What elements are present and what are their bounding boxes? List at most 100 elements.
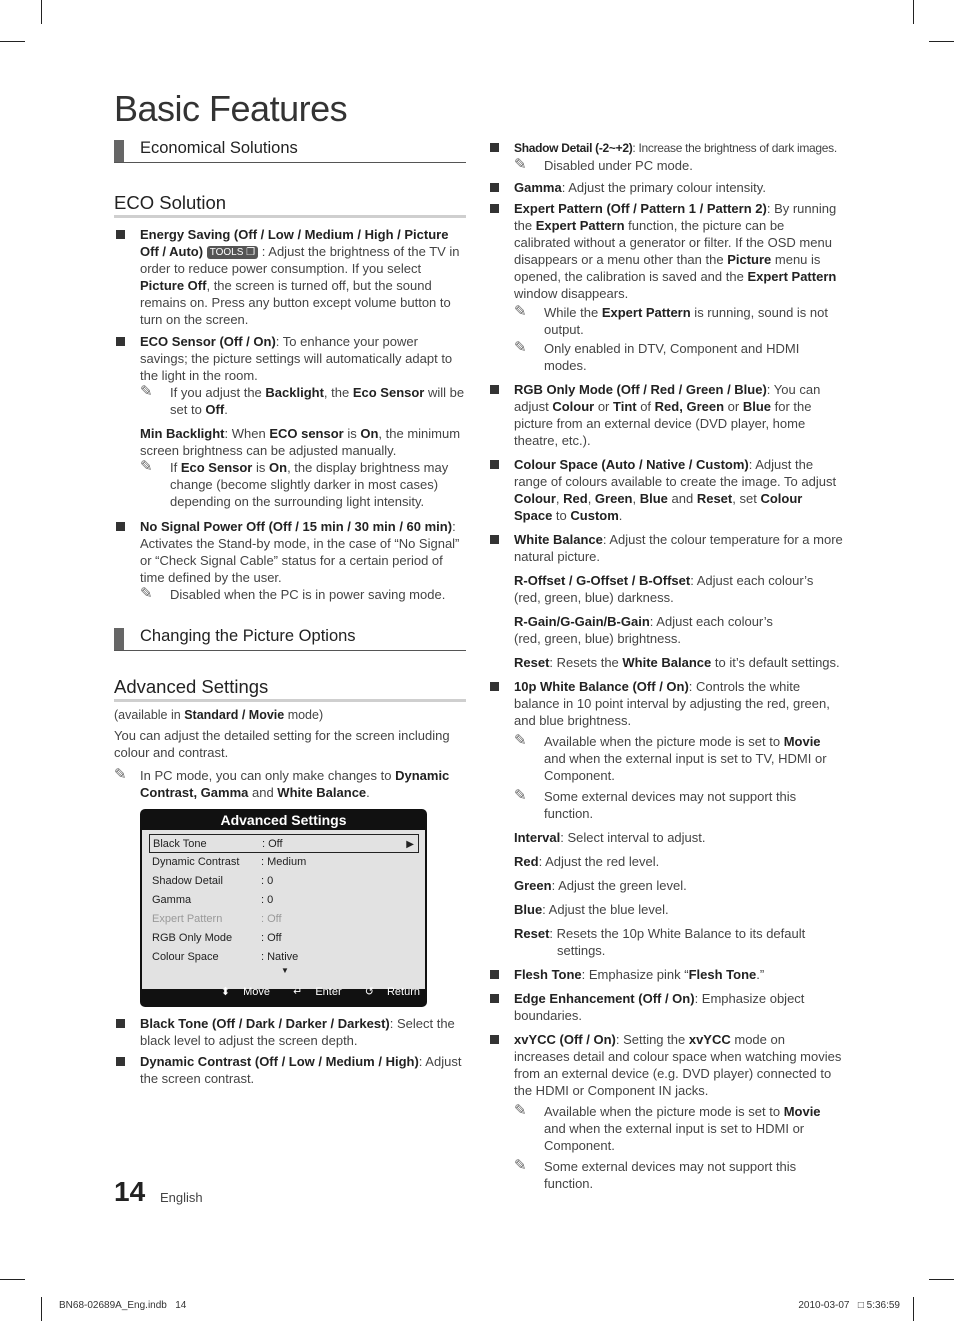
wb10-interval: Interval: Select interval to adjust. xyxy=(514,830,706,845)
note-wb10-movie: ✎ Available when the picture mode is set… xyxy=(514,732,827,783)
osd-row-expert-pattern: Expert Pattern: Off xyxy=(152,913,282,925)
intro-text: You can adjust the detailed setting for … xyxy=(114,728,450,760)
crop-mark xyxy=(929,41,954,42)
item-black-tone: Black Tone (Off / Dark / Darker / Darkes… xyxy=(114,1015,466,1049)
print-file-info: BN68-02689A_Eng.indb 14 xyxy=(59,1300,187,1311)
item-expert-pattern: Expert Pattern (Off / Pattern 1 / Patter… xyxy=(488,200,843,374)
square-bullet-icon xyxy=(490,143,499,152)
pencil-note-icon: ✎ xyxy=(114,766,127,783)
osd-row-gamma[interactable]: Gamma: 0 xyxy=(152,891,417,910)
square-bullet-icon xyxy=(490,1035,499,1044)
return-icon: ↺ xyxy=(364,986,374,998)
item-10p-white-balance: 10p White Balance (Off / On): Controls t… xyxy=(488,678,843,959)
square-bullet-icon xyxy=(490,970,499,979)
item-colour-space: Colour Space (Auto / Native / Custom): A… xyxy=(488,456,843,524)
wb-gain: R-Gain/G-Gain/B-Gain: Adjust each colour… xyxy=(514,614,773,646)
note-expert-modes: ✎ Only enabled in DTV, Component and HDM… xyxy=(514,339,800,373)
wb10-green: Green: Adjust the green level. xyxy=(514,878,687,893)
item-no-signal: No Signal Power Off (Off / 15 min / 30 m… xyxy=(114,518,466,603)
enter-hint: ↵ Enter xyxy=(293,986,342,998)
crop-mark xyxy=(913,1297,914,1321)
item-xvycc: xvYCC (Off / On): Setting the xvYCC mode… xyxy=(488,1031,843,1192)
square-bullet-icon xyxy=(490,204,499,213)
square-bullet-icon xyxy=(116,1019,125,1028)
pencil-note-icon: ✎ xyxy=(140,585,153,602)
note-xvycc-devices: ✎ Some external devices may not support … xyxy=(514,1157,797,1191)
item-eco-sensor: ECO Sensor (Off / On): To enhance your p… xyxy=(114,333,466,418)
note-shadow-detail: ✎ Disabled under PC mode. xyxy=(514,156,693,173)
note-pc-mode: ✎ In PC mode, you can only make changes … xyxy=(114,766,450,800)
left-content-1: Energy Saving (Off / Low / Medium / High… xyxy=(114,226,466,603)
crop-mark xyxy=(0,1279,25,1280)
pencil-note-icon: ✎ xyxy=(514,303,527,320)
crop-mark xyxy=(0,41,25,42)
left-content-2: (available in Standard / Movie mode) You… xyxy=(114,707,466,801)
square-bullet-icon xyxy=(490,460,499,469)
item-flesh-tone: Flesh Tone: Emphasize pink “Flesh Tone.” xyxy=(488,966,843,983)
left-content-3: Black Tone (Off / Dark / Darker / Darkes… xyxy=(114,1015,466,1087)
osd-title: Advanced Settings xyxy=(220,812,347,828)
osd-row-colour-space[interactable]: Colour Space: Native xyxy=(152,948,417,967)
section-marker xyxy=(114,628,124,650)
note-min-backlight: ✎ If Eco Sensor is On, the display brigh… xyxy=(140,458,449,509)
osd-row-shadow-detail[interactable]: Shadow Detail: 0 xyxy=(152,872,417,891)
square-bullet-icon xyxy=(116,522,125,531)
item-dynamic-contrast: Dynamic Contrast (Off / Low / Medium / H… xyxy=(114,1053,466,1087)
square-bullet-icon xyxy=(116,230,125,239)
item-shadow-detail: Shadow Detail (-2~+2): Increase the brig… xyxy=(488,139,843,174)
pencil-note-icon: ✎ xyxy=(140,458,153,475)
osd-footer: ⬍ Move ↵ Enter ↺ Return xyxy=(201,984,420,1000)
right-content: Shadow Detail (-2~+2): Increase the brig… xyxy=(488,139,843,1192)
pencil-note-icon: ✎ xyxy=(514,1157,527,1174)
item-white-balance: White Balance: Adjust the colour tempera… xyxy=(488,531,843,671)
square-bullet-icon xyxy=(490,994,499,1003)
availability-text: (available in Standard / Movie mode) xyxy=(114,708,324,722)
osd-advanced-settings-menu: Advanced Settings Black Tone: Off ▶ Dyna… xyxy=(140,809,427,1007)
move-hint: ⬍ Move xyxy=(220,986,270,998)
pencil-note-icon: ✎ xyxy=(514,339,527,356)
wb10-blue: Blue: Adjust the blue level. xyxy=(514,902,669,917)
section-header-picture-options: Changing the Picture Options xyxy=(114,627,466,651)
square-bullet-icon xyxy=(490,385,499,394)
pencil-note-icon: ✎ xyxy=(140,383,153,400)
section-header-economical: Economical Solutions xyxy=(114,139,466,163)
tools-badge: TOOLS ❐ xyxy=(206,246,259,259)
scroll-down-icon[interactable]: ▼ xyxy=(281,966,289,975)
crop-mark xyxy=(929,1279,954,1280)
up-down-icon: ⬍ xyxy=(220,986,231,998)
pencil-note-icon: ✎ xyxy=(514,156,527,173)
item-edge-enhancement: Edge Enhancement (Off / On): Emphasize o… xyxy=(488,990,843,1024)
item-energy-saving: Energy Saving (Off / Low / Medium / High… xyxy=(114,226,466,328)
note-xvycc-movie: ✎ Available when the picture mode is set… xyxy=(514,1102,821,1153)
wb-offset: R-Offset / G-Offset / B-Offset: Adjust e… xyxy=(514,573,814,605)
wb10-reset: Reset: Resets the 10p White Balance to i… xyxy=(514,926,806,958)
enter-icon: ↵ xyxy=(293,986,303,998)
page-language: English xyxy=(160,1190,203,1205)
crop-mark xyxy=(41,1297,42,1321)
pencil-note-icon: ✎ xyxy=(514,787,527,804)
osd-row-black-tone[interactable]: Black Tone: Off ▶ xyxy=(149,834,419,853)
section-marker xyxy=(114,140,124,162)
heading-eco-solution: ECO Solution xyxy=(114,192,466,218)
page-number: 14 xyxy=(114,1176,146,1207)
square-bullet-icon xyxy=(490,682,499,691)
return-hint: ↺ Return xyxy=(364,986,420,998)
item-rgb-only-mode: RGB Only Mode (Off / Red / Green / Blue)… xyxy=(488,381,843,449)
print-timestamp: 2010-03-07 □ 5:36:59 xyxy=(798,1300,900,1311)
pencil-note-icon: ✎ xyxy=(514,1102,527,1119)
wb-reset: Reset: Resets the White Balance to it’s … xyxy=(514,655,840,670)
crop-mark xyxy=(41,0,42,24)
item-gamma: Gamma: Adjust the primary colour intensi… xyxy=(488,179,843,196)
pencil-note-icon: ✎ xyxy=(514,732,527,749)
note-no-signal: ✎ Disabled when the PC is in power savin… xyxy=(140,585,446,602)
note-wb10-devices: ✎ Some external devices may not support … xyxy=(514,787,797,821)
square-bullet-icon xyxy=(490,183,499,192)
note-eco-sensor: ✎ If you adjust the Backlight, the Eco S… xyxy=(140,383,465,417)
note-expert-sound: ✎ While the Expert Pattern is running, s… xyxy=(514,303,828,337)
osd-body: Black Tone: Off ▶ Dynamic Contrast: Medi… xyxy=(142,830,425,989)
wb10-red: Red: Adjust the red level. xyxy=(514,854,660,869)
osd-row-dynamic-contrast[interactable]: Dynamic Contrast: Medium xyxy=(152,853,417,872)
arrow-right-icon: ▶ xyxy=(406,839,414,850)
square-bullet-icon xyxy=(116,337,125,346)
osd-row-rgb-only-mode[interactable]: RGB Only Mode: Off xyxy=(152,929,417,948)
